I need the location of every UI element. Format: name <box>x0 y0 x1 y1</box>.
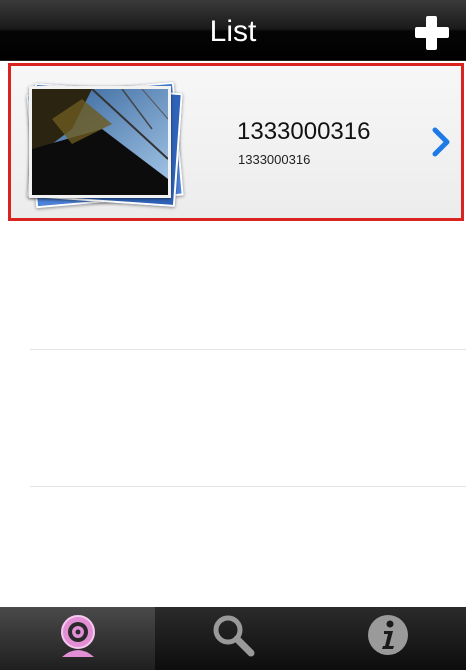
tab-info[interactable] <box>310 607 466 670</box>
camera-snapshot-image <box>29 86 171 198</box>
row-separator <box>30 349 466 350</box>
camera-id: 1333000316 <box>238 152 311 167</box>
webcam-icon <box>60 615 95 657</box>
tab-cameras[interactable] <box>0 607 155 670</box>
row-separator <box>30 486 466 487</box>
navigation-bar: List <box>0 0 466 61</box>
info-icon <box>368 615 408 655</box>
page-title: List <box>209 15 257 48</box>
add-button[interactable] <box>412 13 452 53</box>
list-item[interactable]: 1333000316 1333000316 <box>8 63 464 221</box>
tab-search[interactable] <box>155 607 310 670</box>
chevron-right-icon <box>425 126 455 158</box>
camera-name: 1333000316 <box>237 118 371 145</box>
camera-thumbnail <box>19 80 187 209</box>
search-icon <box>213 615 254 657</box>
tab-bar <box>0 607 466 670</box>
